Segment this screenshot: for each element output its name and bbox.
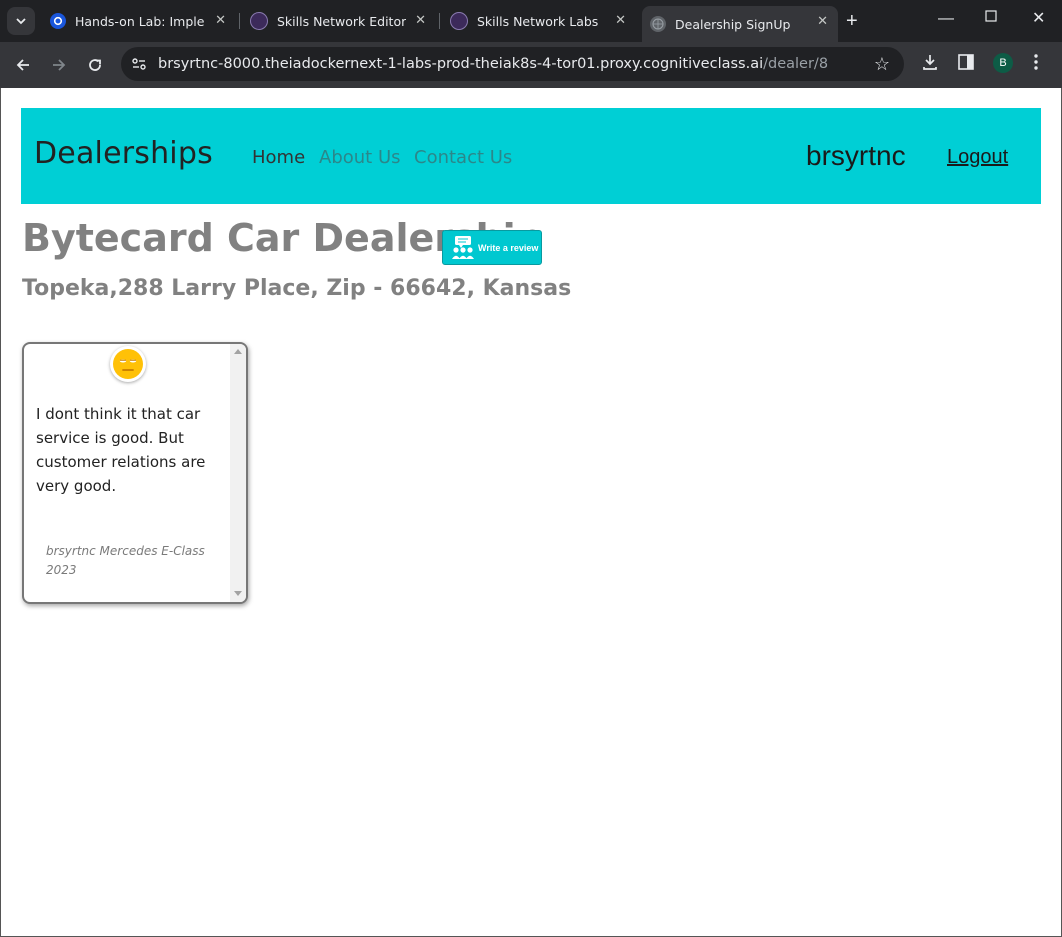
- tab-divider: [439, 13, 440, 29]
- address-bar[interactable]: brsyrtnc-8000.theiadockernext-1-labs-pro…: [121, 47, 904, 81]
- nav-link-about-us[interactable]: About Us: [319, 147, 401, 168]
- reload-icon[interactable]: [83, 53, 107, 77]
- skills-network-favicon-icon: [250, 12, 268, 30]
- close-icon[interactable]: ✕: [215, 13, 226, 28]
- url-path: /dealer/8: [763, 56, 829, 72]
- tab-divider: [239, 13, 240, 29]
- profile-avatar[interactable]: B: [993, 53, 1013, 73]
- back-arrow-icon[interactable]: [11, 53, 35, 77]
- logout-link[interactable]: Logout: [947, 146, 1008, 169]
- neutral-face-icon: [110, 346, 146, 382]
- maximize-icon[interactable]: [985, 9, 997, 27]
- skills-network-favicon-icon: [450, 12, 468, 30]
- new-tab-icon[interactable]: +: [846, 10, 858, 33]
- window-close-icon[interactable]: ✕: [1032, 8, 1045, 28]
- download-icon[interactable]: [921, 53, 939, 76]
- tab-label: Dealership SignUp: [675, 16, 791, 32]
- site-navbar: Dealerships Home About Us Contact Us brs…: [21, 108, 1041, 204]
- url-host: brsyrtnc-8000.theiadockernext-1-labs-pro…: [158, 56, 764, 72]
- review-text: I dont think it that car service is good…: [36, 405, 206, 495]
- navbar-username: brsyrtnc: [806, 140, 906, 171]
- scroll-up-arrow-icon[interactable]: [234, 349, 242, 354]
- tab-skills-network-labs[interactable]: Skills Network Labs ✕: [442, 6, 636, 36]
- nav-link-home[interactable]: Home: [252, 147, 305, 168]
- minimize-icon[interactable]: —: [938, 10, 954, 28]
- bookmark-star-icon[interactable]: ☆: [874, 54, 890, 75]
- write-review-label: Write a review: [478, 242, 539, 253]
- globe-icon: [650, 16, 666, 32]
- tab-hands-on-lab[interactable]: Hands-on Lab: Implemen ✕: [42, 6, 236, 36]
- forward-arrow-icon[interactable]: [47, 53, 71, 77]
- close-icon[interactable]: ✕: [817, 14, 828, 29]
- tab-skills-network-editor[interactable]: Skills Network Editor ✕: [242, 6, 436, 36]
- scroll-down-arrow-icon[interactable]: [234, 591, 242, 596]
- tab-dealership-signup[interactable]: Dealership SignUp ✕: [642, 6, 838, 42]
- url-text: brsyrtnc-8000.theiadockernext-1-labs-pro…: [158, 56, 828, 72]
- tab-label: Hands-on Lab: Implemen: [75, 13, 205, 29]
- more-menu-icon[interactable]: [1033, 53, 1039, 76]
- review-scrollbar[interactable]: [230, 344, 246, 602]
- site-settings-icon[interactable]: [131, 56, 147, 72]
- navbar-brand[interactable]: Dealerships: [34, 136, 213, 171]
- review-car-info: brsyrtnc Mercedes E-Class 2023: [46, 544, 205, 577]
- tab-label: Skills Network Editor: [277, 13, 407, 29]
- close-icon[interactable]: ✕: [615, 13, 626, 28]
- write-review-button[interactable]: Write a review: [442, 230, 542, 265]
- nav-link-contact-us[interactable]: Contact Us: [414, 147, 512, 168]
- review-people-icon: [452, 235, 474, 259]
- browser-tabstrip: Hands-on Lab: Implemen ✕ Skills Network …: [0, 0, 1062, 42]
- close-icon[interactable]: ✕: [415, 13, 426, 28]
- tab-search-button[interactable]: [7, 7, 35, 35]
- dealer-address: Topeka,288 Larry Place, Zip - 66642, Kan…: [22, 276, 572, 301]
- chevron-down-icon: [16, 18, 26, 25]
- side-panel-icon[interactable]: [957, 53, 975, 76]
- coursera-favicon-icon: [50, 13, 66, 29]
- browser-toolbar: brsyrtnc-8000.theiadockernext-1-labs-pro…: [0, 42, 1062, 88]
- tab-label: Skills Network Labs: [477, 13, 599, 29]
- review-card: I dont think it that car service is good…: [22, 342, 248, 604]
